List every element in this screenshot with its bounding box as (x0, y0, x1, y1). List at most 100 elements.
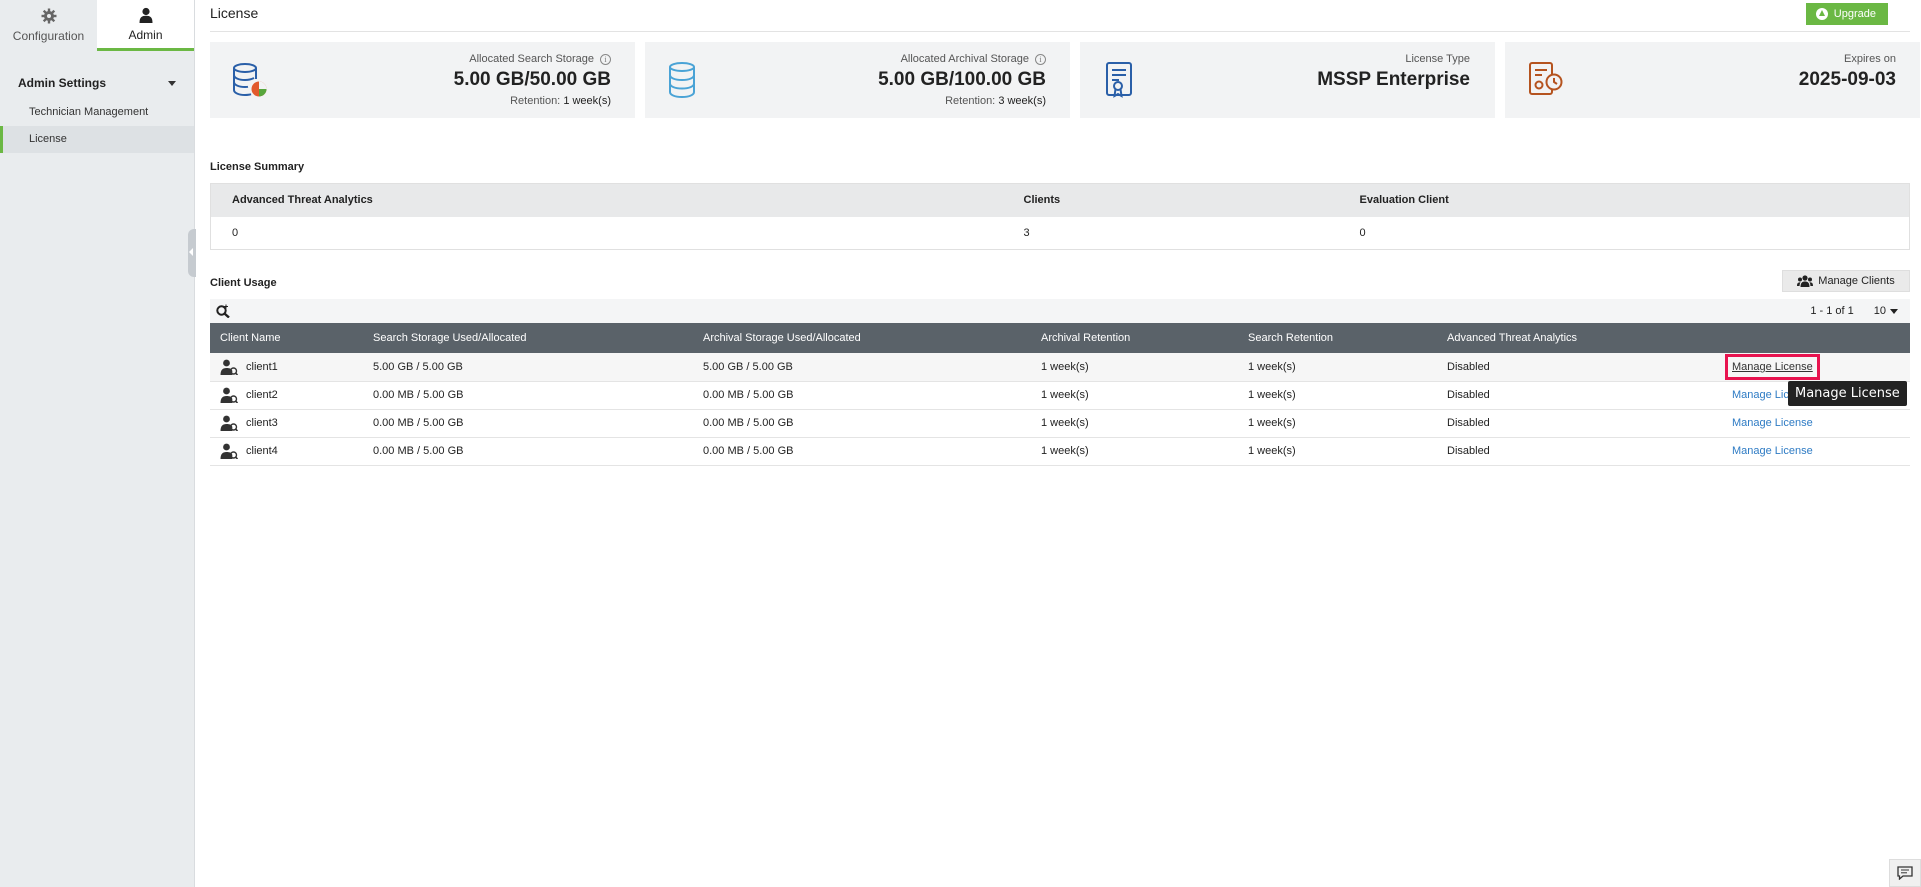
client-name: client1 (220, 359, 363, 375)
archival-retention-value: 3 week(s) (998, 95, 1046, 107)
action-cell: Manage License (1722, 437, 1910, 466)
expires-on-value: 2025-09-03 (1798, 69, 1896, 90)
archival-retention-cell: 1 week(s) (1031, 437, 1238, 466)
table-row: client1 5.00 GB / 5.00 GB 5.00 GB / 5.00 G… (210, 353, 1910, 382)
table-row: client4 0.00 MB / 5.00 GB 0.00 MB / 5.00 G… (210, 437, 1910, 466)
manage-clients-button[interactable]: Manage Clients (1782, 270, 1910, 292)
archival-storage-label-text: Allocated Archival Storage (900, 53, 1029, 65)
search-retention: Retention: 1 week(s) (510, 95, 611, 107)
search-icon[interactable] (216, 304, 230, 318)
action-cell: Manage License (1722, 409, 1910, 438)
search-storage-label: Allocated Search Storage i (469, 53, 611, 65)
database-pie-icon (233, 63, 267, 97)
search-retention-cell: 1 week(s) (1238, 353, 1437, 382)
client-name-text: client4 (246, 445, 278, 457)
archival-retention: Retention: 3 week(s) (945, 95, 1046, 107)
gear-icon (41, 8, 56, 24)
info-icon[interactable]: i (600, 53, 611, 65)
sidebar-item-technician-management[interactable]: Technician Management (0, 99, 194, 126)
page-title: License (210, 4, 259, 21)
tab-configuration[interactable]: Configuration (0, 0, 97, 51)
manage-license-link[interactable]: Manage License (1732, 417, 1813, 429)
search-storage-label-text: Allocated Search Storage (469, 53, 594, 65)
sidebar: Configuration Admin Admin Settings Techn… (0, 0, 195, 887)
summary-values-row: 0 3 0 (211, 217, 1910, 250)
col-search-retention[interactable]: Search Retention (1238, 323, 1437, 353)
admin-settings-header[interactable]: Admin Settings (0, 73, 194, 93)
search-retention-cell: 1 week(s) (1238, 437, 1437, 466)
action-cell: Manage License (1722, 353, 1910, 382)
manage-license-tooltip: Manage License (1788, 381, 1907, 406)
client-name-text: client1 (246, 360, 278, 373)
manage-clients-label: Manage Clients (1818, 275, 1895, 287)
summary-evaluation-client-value: 0 (1359, 226, 1366, 239)
chevron-down-icon (168, 80, 176, 86)
client-name-cell: client3 (210, 409, 363, 438)
search-retention-cell: 1 week(s) (1238, 409, 1437, 438)
archival-storage-cell: 0.00 MB / 5.00 GB (693, 437, 1031, 466)
col-ata[interactable]: Advanced Threat Analytics (1437, 323, 1722, 353)
summary-header-row: Advanced Threat Analytics Clients Evalua… (210, 183, 1910, 217)
license-cards: Allocated Search Storage i 5.00 GB/50.00… (210, 42, 1920, 118)
client-user-icon (220, 387, 238, 403)
archival-storage-cell: 0.00 MB / 5.00 GB (693, 381, 1031, 410)
sidebar-item-license[interactable]: License (0, 126, 194, 153)
chevron-left-icon (189, 248, 193, 256)
per-page-value: 10 (1873, 305, 1886, 317)
card-archival-storage: Allocated Archival Storage i 5.00 GB/100… (645, 42, 1070, 118)
table-row: client3 0.00 MB / 5.00 GB 0.00 MB / 5.00 G… (210, 409, 1910, 438)
client-name-cell: client2 (210, 381, 363, 410)
client-name: client2 (220, 387, 363, 403)
sidebar-tabs: Configuration Admin (0, 0, 194, 51)
main-content: License Upgrade Allocated Search Storage… (210, 0, 1920, 466)
table-toolbar: 1 - 1 of 1 10 (210, 299, 1910, 323)
license-type-label: License Type (1405, 53, 1470, 65)
summary-col-evaluation-client: Evaluation Client (1338, 183, 1910, 217)
col-archival-storage[interactable]: Archival Storage Used/Allocated (693, 323, 1031, 353)
chat-icon (1897, 866, 1913, 880)
chat-button[interactable] (1889, 859, 1921, 887)
sidebar-collapse-handle[interactable] (188, 229, 196, 277)
col-archival-retention[interactable]: Archival Retention (1031, 323, 1238, 353)
ata-cell: Disabled (1437, 381, 1722, 410)
info-icon[interactable]: i (1035, 53, 1046, 65)
archival-storage-value: 5.00 GB/100.00 GB (878, 69, 1046, 90)
manage-license-link[interactable]: Manage License (1732, 445, 1813, 457)
license-summary-table: Advanced Threat Analytics Clients Evalua… (210, 183, 1910, 250)
archival-storage-cell: 5.00 GB / 5.00 GB (693, 353, 1031, 382)
col-client-name[interactable]: Client Name (210, 323, 363, 353)
client-user-icon (220, 415, 238, 431)
client-user-icon (220, 359, 238, 375)
per-page-select[interactable]: 10 (1874, 305, 1898, 317)
client-usage-body: client1 5.00 GB / 5.00 GB 5.00 GB / 5.00 G… (210, 353, 1910, 466)
summary-col-clients: Clients (1002, 183, 1339, 217)
table-row: client2 0.00 MB / 5.00 GB 0.00 MB / 5.00 G… (210, 381, 1910, 410)
license-summary-title: License Summary (210, 161, 305, 173)
expires-on-label: Expires on (1844, 53, 1896, 65)
col-actions (1722, 323, 1910, 353)
pagination: 1 - 1 of 1 10 (1810, 305, 1898, 317)
summary-ata-value: 0 (232, 226, 239, 239)
users-icon (1797, 275, 1814, 287)
card-expires-on: Expires on 2025-09-03 (1505, 42, 1920, 118)
col-search-storage[interactable]: Search Storage Used/Allocated (363, 323, 693, 353)
ata-cell: Disabled (1437, 409, 1722, 438)
upgrade-button[interactable]: Upgrade (1805, 2, 1888, 25)
search-storage-cell: 0.00 MB / 5.00 GB (363, 437, 693, 466)
archival-retention-label: Retention: (945, 95, 996, 107)
search-storage-cell: 0.00 MB / 5.00 GB (363, 381, 693, 410)
archival-retention-cell: 1 week(s) (1031, 381, 1238, 410)
archival-storage-label: Allocated Archival Storage i (901, 53, 1046, 65)
manage-license-link[interactable]: Manage License (1725, 353, 1820, 380)
archival-retention-cell: 1 week(s) (1031, 409, 1238, 438)
upgrade-label: Upgrade (1833, 7, 1876, 20)
client-user-icon (220, 443, 238, 459)
client-name-text: client2 (246, 389, 278, 401)
tab-admin-label: Admin (128, 27, 163, 42)
pagination-range: 1 - 1 of 1 (1810, 305, 1854, 317)
search-retention-label: Retention: (510, 95, 561, 107)
client-name-cell: client4 (210, 437, 363, 466)
tab-admin[interactable]: Admin (97, 0, 194, 51)
client-usage-header-row: Client Name Search Storage Used/Allocate… (210, 323, 1910, 353)
client-name-text: client3 (246, 417, 278, 429)
